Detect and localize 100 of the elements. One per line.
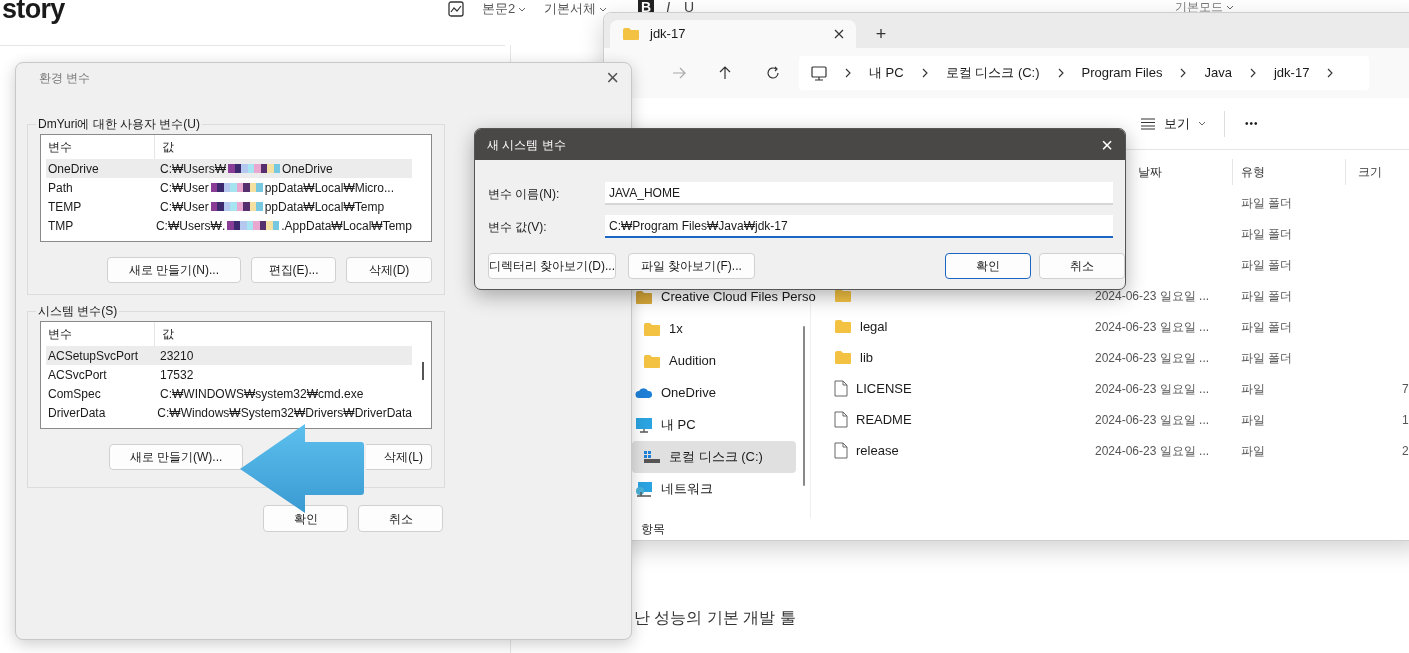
file-name[interactable]: release	[856, 440, 899, 461]
close-icon[interactable]	[834, 29, 844, 39]
body-text: 난 성능의 기본 개발 툴	[634, 608, 796, 628]
sidebar-item[interactable]: OneDrive	[632, 377, 796, 409]
list-row[interactable]: DriverData C:₩Windows₩System32₩Drivers₩DriverData	[46, 403, 412, 422]
list-row[interactable]: TMP C:₩Users₩. .AppData₩Local₩Temp	[46, 216, 412, 235]
folder-icon	[643, 321, 661, 337]
sidebar-item[interactable]: 네트워크	[632, 473, 796, 505]
redacted-mosaic	[227, 221, 280, 230]
image-icon	[448, 1, 464, 17]
input-field[interactable]: JAVA_HOME	[605, 182, 1113, 205]
chevron-down-icon	[599, 6, 608, 12]
redacted-mosaic	[210, 202, 263, 211]
field-label: 변수 값(V):	[488, 218, 548, 236]
folder-icon	[622, 27, 640, 41]
dialog-button[interactable]: 취소	[1039, 253, 1125, 279]
column-header[interactable]: 값	[155, 322, 174, 346]
view-button[interactable]: 보기	[1134, 107, 1196, 140]
sidebar-item[interactable]: Audition	[632, 345, 796, 377]
date-cell: 2024-06-23 일요일 ...	[1095, 350, 1210, 365]
column-header[interactable]: 크기	[1346, 159, 1382, 185]
file-name[interactable]: lib	[860, 347, 873, 368]
status-text: 항목	[641, 521, 665, 538]
scrollbar-thumb[interactable]	[803, 326, 805, 486]
list-row[interactable]: ComSpec C:₩WINDOWS₩system32₩cmd.exe	[46, 384, 412, 403]
chevron-down-icon	[518, 6, 527, 12]
toolbar-dropdown[interactable]: 본문2	[482, 0, 516, 19]
chevron-icon	[845, 68, 851, 78]
type-cell: 파일 폴더	[1241, 350, 1293, 365]
dialog-title: 환경 변수	[39, 70, 92, 87]
address-bar[interactable]: 내 PC 로컬 디스크 (C:) Program Files Java jdk-17	[799, 56, 1369, 90]
chevron-icon	[1057, 68, 1064, 78]
date-cell: 2024-06-23 일요일 ...	[1095, 443, 1210, 458]
folder-icon	[834, 319, 852, 334]
chevron-icon	[921, 68, 928, 78]
list-row[interactable]: Path C:₩User ppData₩Local₩Micro...	[46, 178, 412, 197]
file-name[interactable]: LICENSE	[856, 378, 912, 399]
column-header[interactable]: 유형	[1233, 159, 1346, 185]
group-title: 시스템 변수(S)	[37, 303, 119, 320]
chevron-icon	[1327, 68, 1334, 78]
input-field[interactable]: C:₩Program Files₩Java₩jdk-17	[605, 215, 1113, 238]
dialog-button[interactable]: 삭제(L)	[366, 444, 432, 470]
close-button[interactable]: ×	[604, 67, 621, 89]
sidebar-item[interactable]: 1x	[632, 313, 796, 345]
dialog-title: 새 시스템 변수	[487, 136, 567, 154]
dialog-button[interactable]: 새로 만들기(W)...	[109, 444, 243, 470]
breadcrumb-item[interactable]: 로컬 디스크 (C:)	[945, 63, 1040, 83]
chevron-down-icon	[1226, 4, 1234, 10]
type-cell: 파일 폴더	[1241, 195, 1293, 210]
breadcrumb-item[interactable]: Program Files	[1081, 63, 1163, 83]
dialog-button[interactable]: 삭제(D)	[346, 257, 432, 283]
list-row[interactable]: TEMP C:₩User ppData₩Local₩Temp	[46, 197, 412, 216]
monitor-icon	[635, 417, 653, 433]
dialog-button[interactable]: 편집(E)...	[251, 257, 336, 283]
folder-icon	[635, 289, 653, 305]
file-icon	[834, 411, 848, 428]
breadcrumb-item[interactable]: Java	[1204, 63, 1232, 83]
list-row[interactable]: ACSetupSvcPort 23210	[46, 346, 412, 365]
site-logo: story	[2, 0, 65, 23]
list-icon	[1140, 117, 1156, 130]
file-name[interactable]: legal	[860, 316, 888, 337]
date-cell: 2024-06-23 일요일 ...	[1095, 412, 1210, 427]
format-button[interactable]: I	[664, 0, 672, 14]
dialog-button[interactable]: 확인	[945, 253, 1031, 279]
dialog-button[interactable]: 취소	[358, 505, 443, 532]
file-name[interactable]: README	[856, 409, 912, 430]
breadcrumb-item[interactable]: 내 PC	[869, 63, 904, 83]
date-cell: 2024-06-23 일요일 ...	[1095, 288, 1210, 303]
chevron-down-icon	[1198, 121, 1206, 126]
dialog-button[interactable]: 디렉터리 찾아보기(D)...	[488, 253, 616, 279]
breadcrumb-item[interactable]: jdk-17	[1273, 63, 1310, 83]
cloud-icon	[635, 387, 653, 399]
toolbar-dropdown[interactable]: 기본서체	[544, 0, 597, 19]
chevron-icon	[1180, 68, 1187, 78]
list-row[interactable]: OneDrive C:₩Users₩ OneDrive	[46, 159, 412, 178]
dialog-button[interactable]: 확인	[263, 505, 348, 532]
folder-icon	[643, 353, 661, 369]
size-cell: 1	[1402, 412, 1409, 427]
scrollbar-thumb[interactable]	[422, 362, 424, 380]
group-title: DmYuri에 대한 사용자 변수(U)	[37, 116, 201, 133]
dialog-button[interactable]: 파일 찾아보기(F)...	[628, 253, 755, 279]
chevron-icon	[1249, 68, 1256, 78]
redacted-mosaic	[210, 183, 263, 192]
list-row[interactable]: ACSvcPort 17532	[46, 365, 412, 384]
type-cell: 파일 폴더	[1241, 257, 1293, 272]
close-button[interactable]: ×	[1101, 134, 1113, 155]
refresh-icon[interactable]	[766, 66, 780, 80]
mode-dropdown[interactable]: 기본모드	[1175, 0, 1223, 14]
format-button[interactable]: U	[682, 0, 697, 14]
file-icon	[834, 442, 848, 459]
up-arrow-icon[interactable]	[719, 66, 731, 80]
date-cell: 2024-06-23 일요일 ...	[1095, 381, 1210, 396]
more-button[interactable]: •••	[1239, 107, 1265, 140]
sidebar-item[interactable]: 로컬 디스크 (C:)	[632, 441, 796, 473]
window-tab[interactable]: jdk-17	[610, 20, 856, 48]
date-cell: 2024-06-23 일요일 ...	[1095, 319, 1210, 334]
new-tab-button[interactable]: +	[868, 20, 894, 48]
column-header[interactable]: 값	[155, 135, 174, 159]
sidebar-item[interactable]: 내 PC	[632, 409, 796, 441]
dialog-button[interactable]: 새로 만들기(N)...	[107, 257, 241, 283]
